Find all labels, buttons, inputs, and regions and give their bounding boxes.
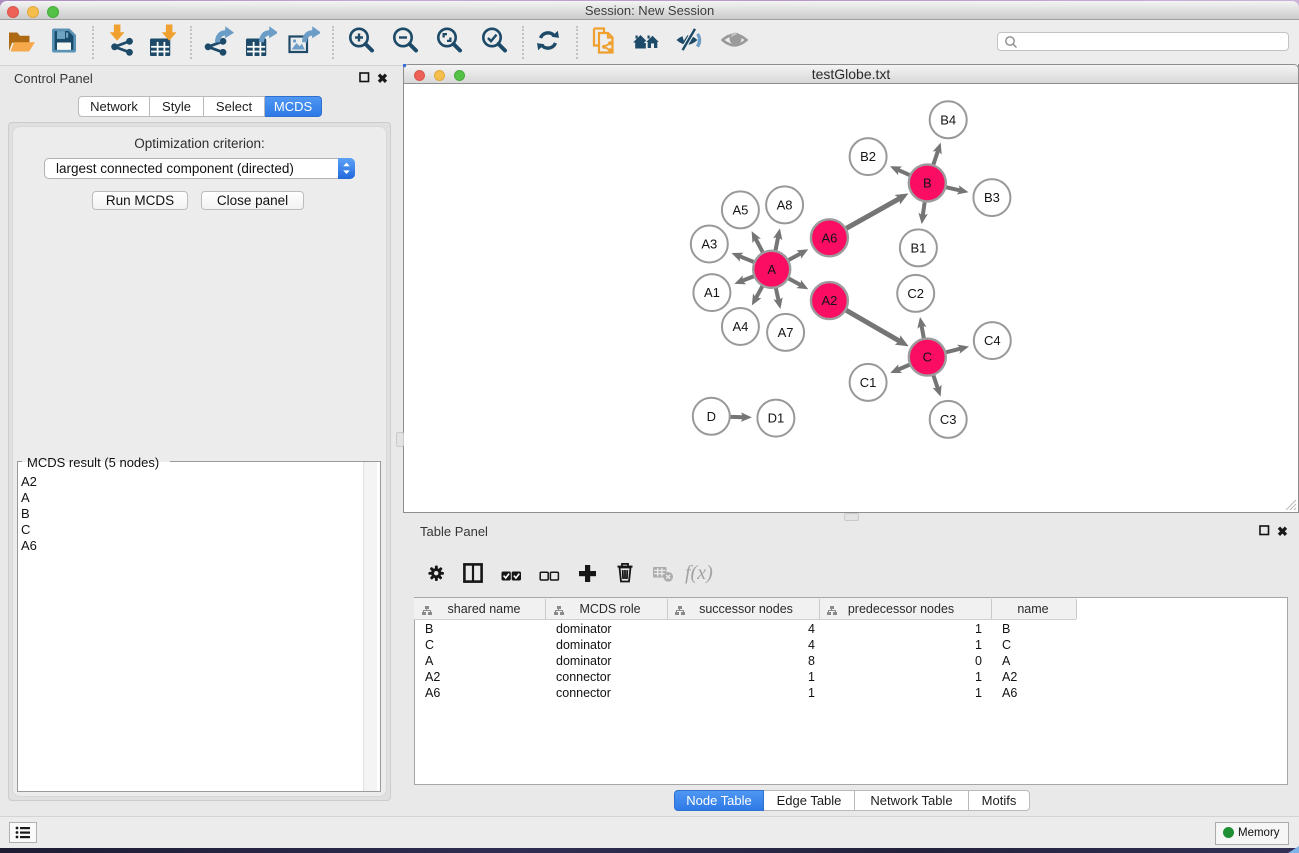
svg-text:B: B	[923, 175, 932, 190]
svg-text:A6: A6	[821, 230, 837, 245]
svg-text:A1: A1	[704, 285, 720, 300]
svg-text:C2: C2	[907, 286, 924, 301]
svg-text:C3: C3	[940, 412, 957, 427]
svg-text:A8: A8	[777, 197, 793, 212]
svg-text:B3: B3	[984, 190, 1000, 205]
svg-text:D1: D1	[768, 411, 785, 426]
svg-text:A4: A4	[732, 319, 748, 334]
svg-text:B2: B2	[860, 149, 876, 164]
svg-text:C4: C4	[984, 333, 1001, 348]
svg-text:A5: A5	[732, 202, 748, 217]
svg-text:C: C	[923, 350, 932, 365]
svg-text:D: D	[707, 409, 716, 424]
svg-text:B1: B1	[910, 240, 926, 255]
svg-text:A: A	[767, 262, 776, 277]
svg-text:A3: A3	[701, 237, 717, 252]
svg-text:A7: A7	[778, 325, 794, 340]
svg-text:C1: C1	[860, 375, 877, 390]
svg-text:B4: B4	[940, 112, 956, 127]
svg-text:A2: A2	[821, 293, 837, 308]
